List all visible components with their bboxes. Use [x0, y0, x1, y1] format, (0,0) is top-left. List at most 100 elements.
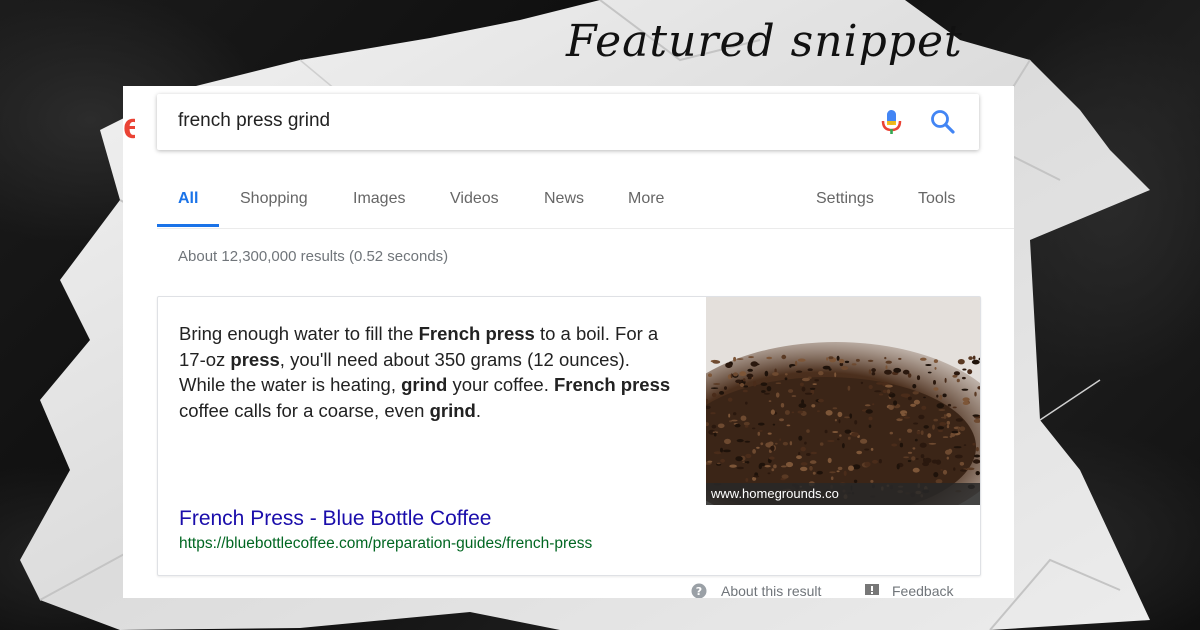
- coffee-grain: [761, 390, 766, 393]
- coffee-grain: [847, 436, 851, 440]
- coffee-grain: [885, 384, 893, 388]
- tab-videos[interactable]: Videos: [450, 190, 499, 208]
- tab-tools[interactable]: Tools: [918, 190, 955, 208]
- coffee-grain: [844, 429, 852, 434]
- coffee-grain: [885, 365, 888, 370]
- coffee-grain: [779, 438, 782, 441]
- coffee-grain: [767, 432, 772, 435]
- coffee-grain: [736, 466, 744, 470]
- coffee-grain: [799, 382, 804, 387]
- coffee-grain: [827, 440, 835, 442]
- coffee-grain: [903, 456, 909, 459]
- snippet-text-run: coffee calls for a coarse, even: [179, 399, 430, 421]
- coffee-grain: [839, 434, 842, 437]
- coffee-grain: [939, 422, 947, 426]
- coffee-grain: [918, 414, 925, 420]
- coffee-grain: [811, 404, 816, 408]
- coffee-grain: [748, 356, 754, 359]
- coffee-grain: [876, 382, 884, 385]
- coffee-grain: [725, 362, 733, 368]
- about-this-result-link[interactable]: About this result: [721, 583, 821, 598]
- coffee-grain: [836, 470, 840, 473]
- coffee-grain: [806, 453, 811, 456]
- coffee-grain: [945, 449, 952, 455]
- coffee-grain: [865, 409, 873, 414]
- coffee-grain: [752, 449, 756, 454]
- coffee-grain: [870, 447, 874, 451]
- tab-news[interactable]: News: [544, 190, 584, 208]
- tab-images[interactable]: Images: [353, 190, 405, 208]
- coffee-grain: [855, 358, 860, 362]
- coffee-grain: [942, 393, 947, 398]
- coffee-grounds-picture: [706, 297, 980, 505]
- microphone-icon[interactable]: [879, 108, 905, 136]
- coffee-grain: [819, 442, 824, 446]
- google-logo-fragment: e: [123, 106, 135, 146]
- snippet-text-run: Bring enough water to fill the: [179, 323, 419, 344]
- coffee-grain: [844, 416, 850, 419]
- coffee-grain: [837, 438, 840, 441]
- coffee-grain: [796, 370, 803, 373]
- coffee-grain: [784, 373, 788, 376]
- tab-all[interactable]: All: [178, 190, 198, 208]
- coffee-grain: [864, 461, 871, 467]
- coffee-grain: [957, 359, 965, 365]
- search-query-text[interactable]: french press grind: [178, 110, 330, 132]
- coffee-grain: [826, 357, 829, 361]
- tab-settings[interactable]: Settings: [816, 190, 874, 208]
- search-input[interactable]: french press grind: [157, 94, 979, 150]
- coffee-grain: [713, 383, 721, 385]
- coffee-grain: [711, 392, 717, 398]
- coffee-grain: [722, 449, 731, 453]
- featured-snippet-card: Bring enough water to fill the French pr…: [157, 296, 981, 576]
- coffee-grain: [744, 440, 751, 443]
- coffee-grain: [871, 372, 876, 376]
- tab-shopping[interactable]: Shopping: [240, 190, 308, 208]
- coffee-grain: [824, 429, 828, 434]
- coffee-grain: [800, 446, 806, 452]
- coffee-grain: [860, 381, 864, 385]
- coffee-grain: [809, 465, 813, 471]
- coffee-grain: [953, 371, 960, 376]
- feedback-link[interactable]: Feedback: [892, 583, 953, 598]
- search-icon[interactable]: [929, 108, 957, 136]
- coffee-grain: [812, 471, 816, 475]
- coffee-grain: [752, 427, 756, 430]
- tabs-divider: [157, 228, 1014, 229]
- coffee-grain: [872, 403, 875, 406]
- coffee-grain: [766, 356, 773, 360]
- coffee-grain: [825, 410, 833, 416]
- coffee-grain: [772, 423, 776, 426]
- coffee-grain: [828, 368, 832, 371]
- coffee-grain: [829, 471, 836, 474]
- coffee-grain: [900, 393, 909, 398]
- coffee-grain: [914, 438, 918, 442]
- snippet-bold-term: grind: [401, 374, 448, 395]
- coffee-grain: [842, 443, 845, 449]
- coffee-grain: [951, 430, 959, 434]
- coffee-grain: [781, 354, 787, 360]
- result-title-link[interactable]: French Press - Blue Bottle Coffee: [179, 507, 491, 531]
- coffee-grain: [944, 377, 947, 383]
- snippet-bold-term: press: [230, 348, 280, 370]
- coffee-grain: [739, 383, 745, 387]
- coffee-grounds-image[interactable]: www.homegrounds.co: [706, 297, 980, 505]
- coffee-grain: [957, 427, 960, 432]
- coffee-grain: [923, 425, 929, 429]
- coffee-grain: [847, 385, 851, 391]
- coffee-grain: [851, 363, 857, 366]
- coffee-grain: [898, 357, 902, 360]
- coffee-grain: [797, 358, 806, 362]
- coffee-grain: [872, 459, 878, 464]
- coffee-grain: [972, 414, 980, 417]
- coffee-grain: [921, 405, 927, 410]
- coffee-grain: [933, 359, 938, 363]
- coffee-grain: [934, 367, 937, 370]
- coffee-grain: [946, 420, 950, 425]
- coffee-grain: [843, 470, 847, 476]
- coffee-grain: [810, 451, 817, 455]
- coffee-grain: [899, 442, 904, 448]
- svg-text:?: ?: [696, 585, 702, 598]
- tab-more[interactable]: More: [628, 190, 664, 208]
- coffee-grain: [974, 391, 977, 397]
